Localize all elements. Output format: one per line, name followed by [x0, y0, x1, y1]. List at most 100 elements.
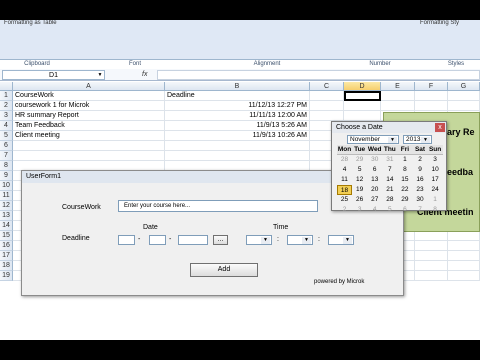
- sheet-cell[interactable]: [344, 101, 381, 111]
- calendar-day[interactable]: 9: [412, 165, 427, 175]
- date-year-input[interactable]: [178, 235, 208, 245]
- sheet-cell[interactable]: 11/9/13 5:26 AM: [165, 121, 310, 131]
- calendar-day[interactable]: 23: [412, 185, 427, 195]
- sheet-cell[interactable]: [13, 151, 165, 161]
- calendar-day[interactable]: 8: [397, 165, 412, 175]
- calendar-day[interactable]: 22: [397, 185, 412, 195]
- column-header-c[interactable]: C: [310, 82, 344, 91]
- row-header[interactable]: 13: [0, 211, 13, 221]
- sheet-cell[interactable]: CourseWork: [13, 91, 165, 101]
- sheet-cell[interactable]: [381, 101, 415, 111]
- row-header[interactable]: 2: [0, 101, 13, 111]
- column-header-f[interactable]: F: [415, 82, 448, 91]
- month-select[interactable]: November ▼: [347, 135, 399, 144]
- hour-select[interactable]: ▼: [246, 235, 272, 245]
- date-month-input[interactable]: [149, 235, 166, 245]
- sheet-cell[interactable]: [448, 251, 480, 261]
- chevron-down-icon[interactable]: ▼: [96, 71, 104, 79]
- sheet-cell[interactable]: [310, 101, 344, 111]
- sheet-cell[interactable]: [448, 231, 480, 241]
- calendar-day[interactable]: 11: [337, 175, 352, 185]
- row-header[interactable]: 17: [0, 251, 13, 261]
- calendar-day[interactable]: 6: [367, 165, 382, 175]
- calendar-day[interactable]: 28: [382, 195, 397, 205]
- calendar-day[interactable]: 6: [397, 205, 412, 215]
- sheet-cell[interactable]: 11/11/13 12:00 AM: [165, 111, 310, 121]
- calendar-day[interactable]: 28: [337, 155, 352, 165]
- formula-input[interactable]: [157, 70, 480, 80]
- calendar-day[interactable]: 12: [352, 175, 367, 185]
- calendar-day[interactable]: 31: [382, 155, 397, 165]
- calendar-day[interactable]: 2: [337, 205, 352, 215]
- sheet-cell[interactable]: [344, 111, 381, 121]
- sheet-cell[interactable]: [310, 91, 344, 101]
- calendar-day[interactable]: 5: [382, 205, 397, 215]
- row-header[interactable]: 11: [0, 191, 13, 201]
- year-select[interactable]: 2013 ▼: [403, 135, 432, 144]
- column-header-a[interactable]: A: [13, 82, 165, 91]
- calendar-day[interactable]: 10: [428, 165, 443, 175]
- row-header[interactable]: 12: [0, 201, 13, 211]
- calendar-day[interactable]: 1: [397, 155, 412, 165]
- calendar-day[interactable]: 1: [428, 195, 443, 205]
- row-header[interactable]: 6: [0, 141, 13, 151]
- add-button[interactable]: Add: [190, 263, 258, 277]
- calendar-day[interactable]: 5: [352, 165, 367, 175]
- calendar-day[interactable]: 4: [337, 165, 352, 175]
- close-icon[interactable]: x: [435, 123, 445, 132]
- sheet-cell[interactable]: [165, 151, 310, 161]
- row-header[interactable]: 18: [0, 261, 13, 271]
- sheet-cell[interactable]: 11/9/13 10:26 AM: [165, 131, 310, 141]
- ampm-select[interactable]: ▼: [328, 235, 354, 245]
- sheet-cell[interactable]: [448, 271, 480, 281]
- sheet-cell[interactable]: [448, 241, 480, 251]
- row-header[interactable]: 14: [0, 221, 13, 231]
- function-icon[interactable]: fx: [142, 70, 156, 80]
- sheet-cell[interactable]: [415, 91, 448, 101]
- sheet-cell[interactable]: [13, 141, 165, 151]
- row-header[interactable]: 16: [0, 241, 13, 251]
- row-header[interactable]: 5: [0, 131, 13, 141]
- calendar-day[interactable]: 19: [352, 185, 367, 195]
- calendar-day[interactable]: 27: [367, 195, 382, 205]
- row-header[interactable]: 15: [0, 231, 13, 241]
- calendar-day[interactable]: 15: [397, 175, 412, 185]
- sheet-cell[interactable]: [415, 101, 448, 111]
- calendar-day[interactable]: 14: [382, 175, 397, 185]
- row-header[interactable]: 10: [0, 181, 13, 191]
- sheet-cell[interactable]: Team Feedback: [13, 121, 165, 131]
- calendar-day[interactable]: 16: [412, 175, 427, 185]
- calendar-day[interactable]: 18: [337, 185, 353, 195]
- calendar-day[interactable]: 17: [428, 175, 443, 185]
- calendar-day[interactable]: 13: [367, 175, 382, 185]
- column-header-e[interactable]: E: [381, 82, 415, 91]
- active-cell-d1[interactable]: [344, 91, 381, 101]
- calendar-day[interactable]: 30: [367, 155, 382, 165]
- sheet-cell[interactable]: 11/12/13 12:27 PM: [165, 101, 310, 111]
- sheet-cell[interactable]: HR summary Report: [13, 111, 165, 121]
- sheet-cell[interactable]: Deadline: [165, 91, 310, 101]
- sheet-cell[interactable]: [415, 231, 448, 241]
- calendar-day[interactable]: 7: [382, 165, 397, 175]
- select-all-corner[interactable]: [0, 82, 13, 91]
- sheet-cell[interactable]: [381, 91, 415, 101]
- calendar-day[interactable]: 30: [412, 195, 427, 205]
- sheet-cell[interactable]: [415, 271, 448, 281]
- calendar-day[interactable]: 7: [412, 205, 427, 215]
- calendar-day[interactable]: 20: [367, 185, 382, 195]
- sheet-cell[interactable]: coursework 1 for Microk: [13, 101, 165, 111]
- column-header-d[interactable]: D: [344, 82, 381, 91]
- calendar-day[interactable]: 3: [352, 205, 367, 215]
- row-header[interactable]: 9: [0, 171, 13, 181]
- column-header-g[interactable]: G: [448, 82, 480, 91]
- sheet-cell[interactable]: [415, 261, 448, 271]
- sheet-cell[interactable]: [415, 251, 448, 261]
- row-header[interactable]: 3: [0, 111, 13, 121]
- coursework-input[interactable]: Enter your course here...: [118, 200, 318, 212]
- calendar-day[interactable]: 2: [412, 155, 427, 165]
- sheet-cell[interactable]: [448, 101, 480, 111]
- row-header[interactable]: 1: [0, 91, 13, 101]
- calendar-day[interactable]: 4: [367, 205, 382, 215]
- calendar-day[interactable]: 24: [428, 185, 443, 195]
- calendar-day[interactable]: 29: [352, 155, 367, 165]
